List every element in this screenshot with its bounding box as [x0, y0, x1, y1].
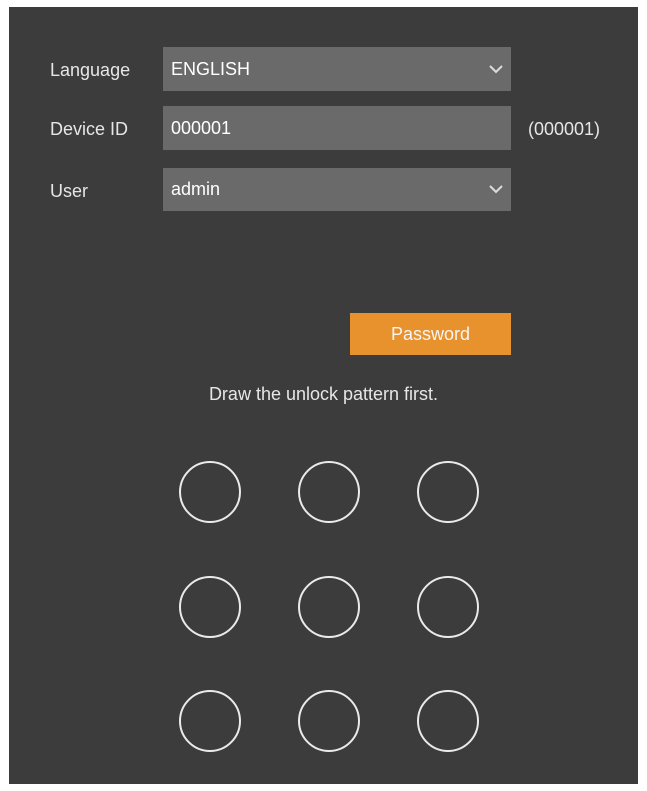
- chevron-down-icon: [481, 168, 511, 211]
- pattern-node-2[interactable]: [298, 461, 360, 523]
- pattern-node-8[interactable]: [298, 690, 360, 752]
- language-select[interactable]: ENGLISH: [163, 47, 511, 91]
- device-id-input[interactable]: 000001: [163, 106, 511, 150]
- pattern-instruction: Draw the unlock pattern first.: [208, 384, 439, 404]
- pattern-node-6[interactable]: [417, 576, 479, 638]
- chevron-down-icon: [481, 47, 511, 91]
- pattern-node-7[interactable]: [179, 690, 241, 752]
- device-id-hint: (000001): [528, 119, 601, 139]
- language-value: ENGLISH: [171, 58, 251, 79]
- device-id-value: 000001: [171, 117, 232, 138]
- device-id-label: Device ID: [50, 119, 129, 139]
- pattern-node-5[interactable]: [298, 576, 360, 638]
- user-label: User: [50, 181, 89, 201]
- login-panel: Language ENGLISH Device ID 000001 (00000…: [9, 7, 638, 784]
- pattern-node-4[interactable]: [179, 576, 241, 638]
- pattern-node-9[interactable]: [417, 690, 479, 752]
- password-button[interactable]: Password: [350, 313, 511, 355]
- pattern-node-3[interactable]: [417, 461, 479, 523]
- user-value: admin: [171, 179, 221, 199]
- language-label: Language: [50, 60, 131, 80]
- user-select[interactable]: admin: [163, 168, 511, 211]
- pattern-node-1[interactable]: [179, 461, 241, 523]
